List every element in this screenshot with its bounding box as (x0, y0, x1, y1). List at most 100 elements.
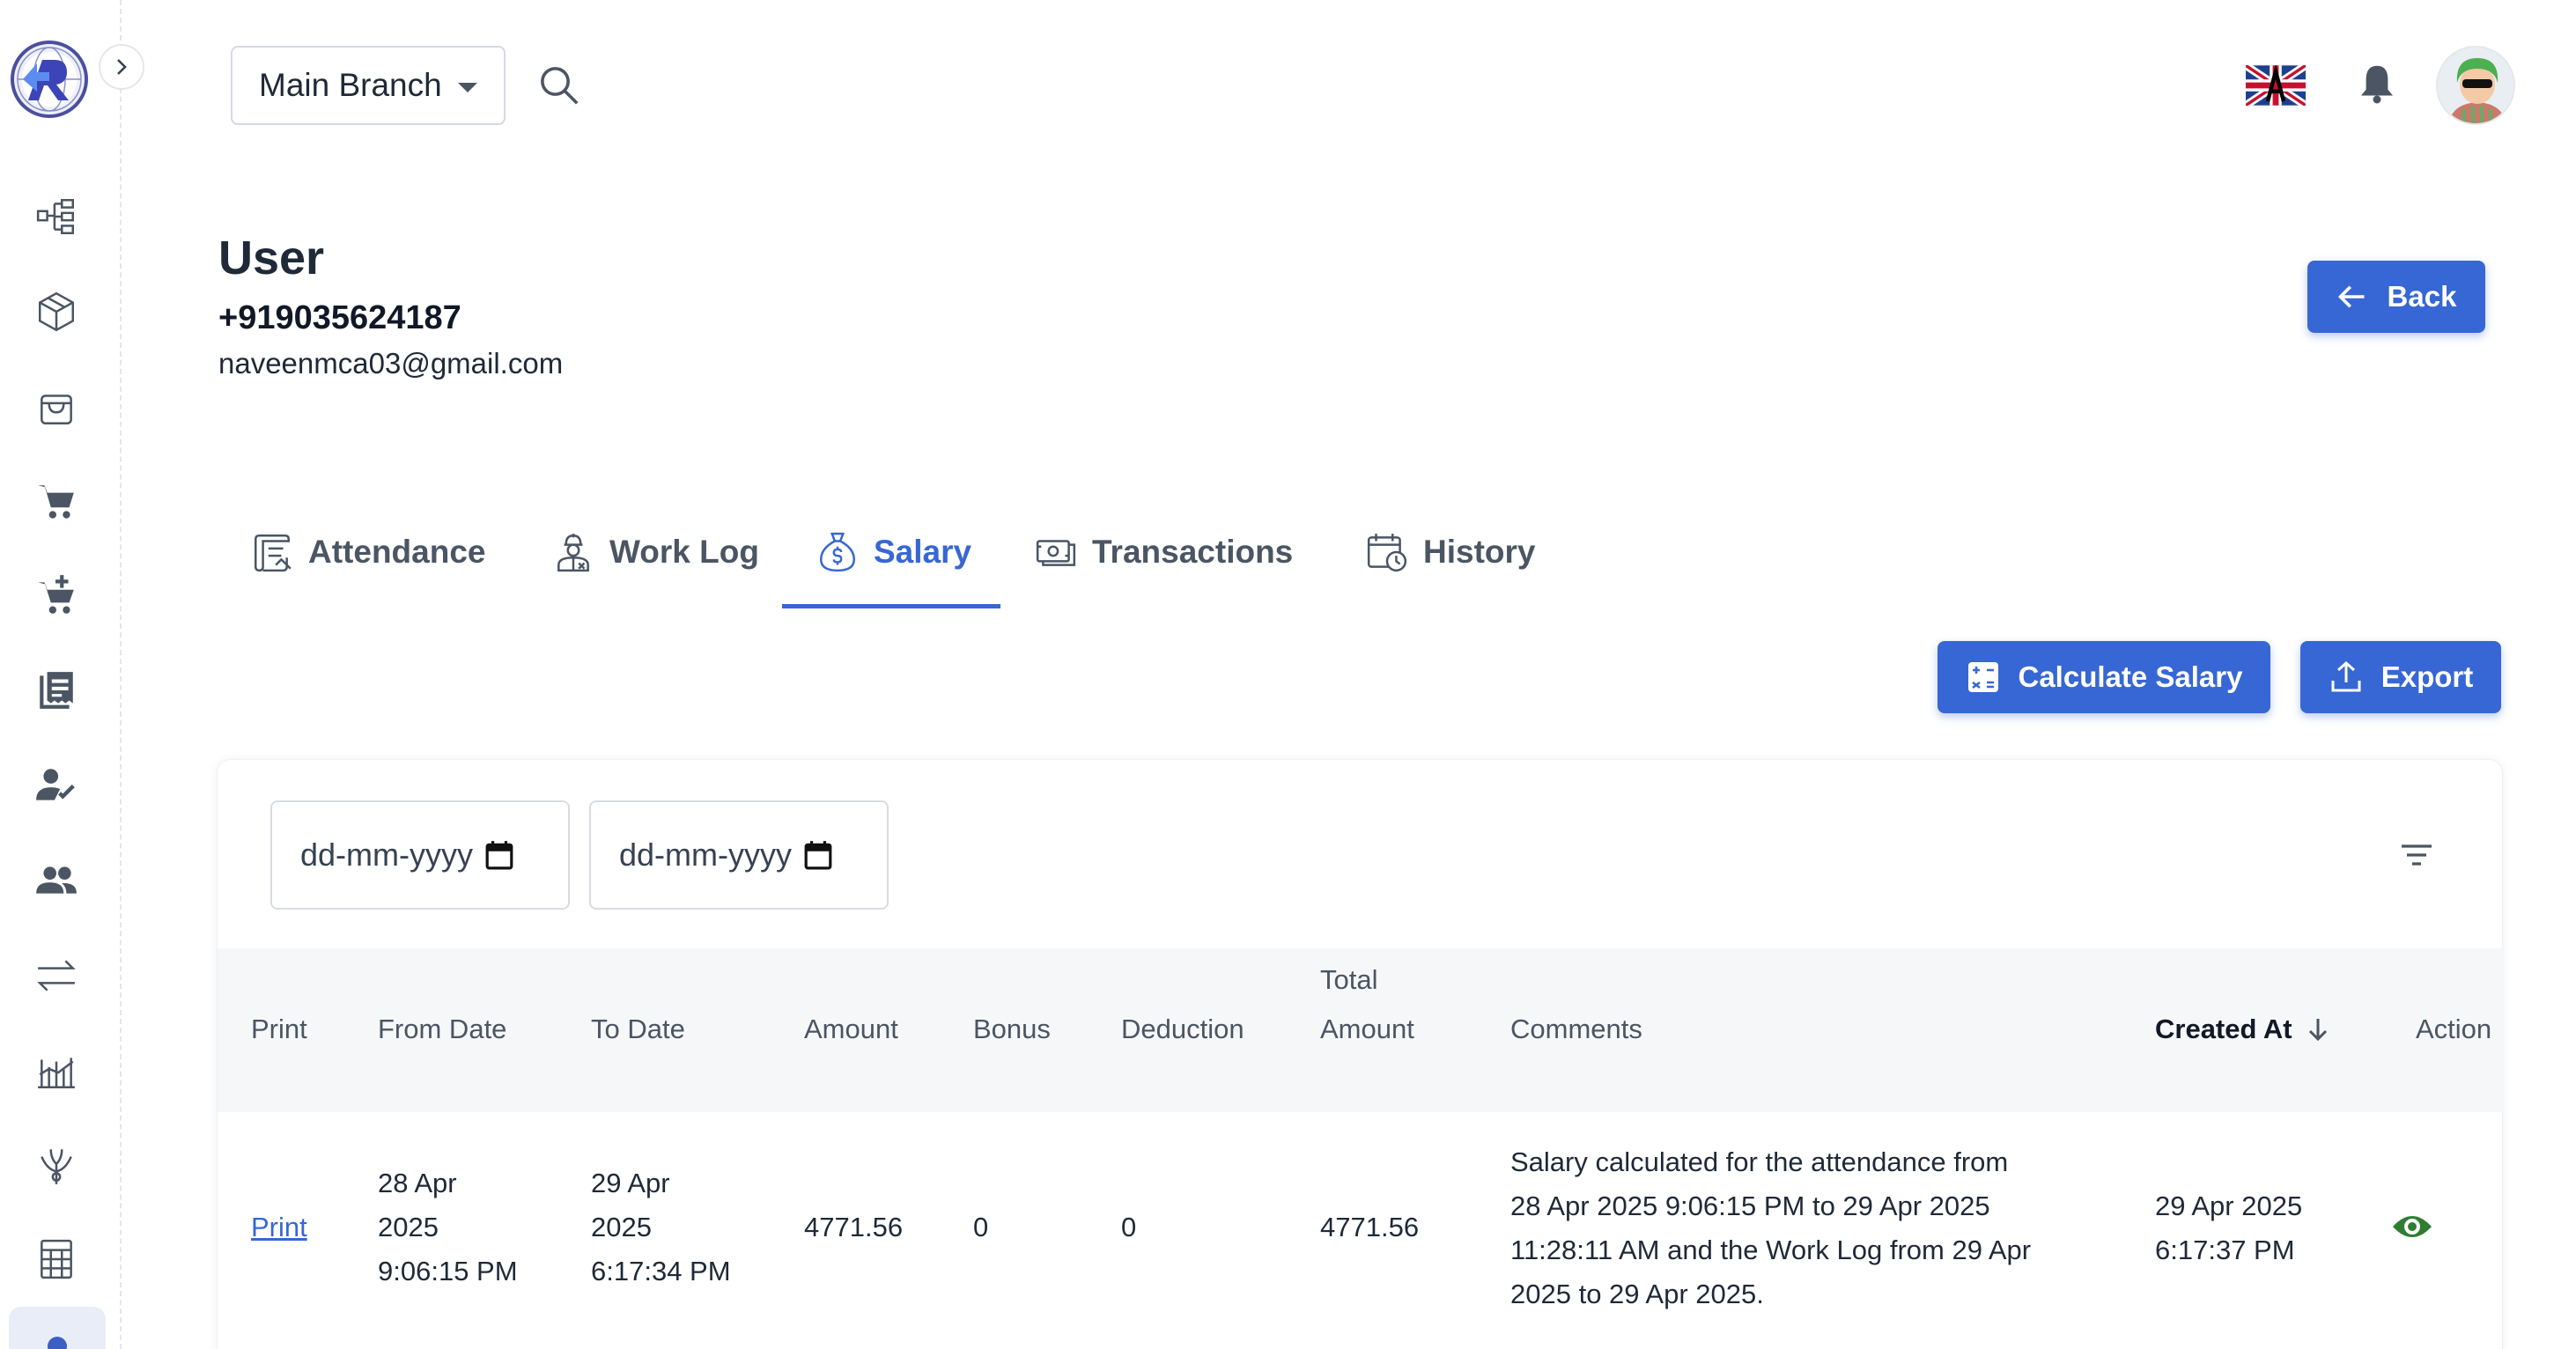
tab-salary-label: Salary (874, 534, 972, 570)
filter-icon (2402, 844, 2432, 866)
from-date-input[interactable]: dd-mm-yyyy (270, 800, 570, 910)
col-from-date: From Date (378, 1014, 507, 1044)
row-from-date-line2: 2025 (378, 1212, 439, 1242)
col-bonus: Bonus (973, 1014, 1051, 1044)
chevron-right-icon (117, 59, 127, 75)
tab-history[interactable]: History (1365, 493, 1535, 611)
salary-table-card: dd-mm-yyyy dd-mm-yyyy Print From Date To… (217, 759, 2504, 1349)
branch-select-value: Main Branch (259, 67, 442, 103)
search-icon (541, 67, 579, 105)
calendar-icon[interactable] (485, 840, 513, 870)
cart-add-icon (38, 575, 74, 614)
row-comments-line2: 28 Apr 2025 9:06:15 PM to 29 Apr 2025 (1510, 1191, 1990, 1221)
sidebar (0, 0, 144, 1349)
col-deduction: Deduction (1121, 1014, 1244, 1044)
col-print: Print (251, 1014, 307, 1044)
receipt-icon (40, 672, 73, 709)
row-to-date-line3: 6:17:34 PM (591, 1256, 731, 1286)
sidebar-item-user-check[interactable] (30, 759, 83, 812)
bell-icon (2361, 65, 2393, 104)
calculator-icon (1967, 662, 1998, 692)
upload-icon (2331, 660, 2361, 692)
row-comments-line1: Salary calculated for the attendance fro… (1510, 1146, 2009, 1177)
sidebar-item-receipts[interactable] (30, 664, 83, 717)
sidebar-item-bag[interactable] (30, 380, 83, 433)
tab-transactions-label: Transactions (1092, 534, 1294, 570)
sidebar-item-cart-add[interactable] (30, 569, 83, 622)
sidebar-item-calculator[interactable] (30, 1233, 83, 1286)
branch-select[interactable]: Main Branch (231, 46, 506, 125)
tab-work-log-label: Work Log (609, 534, 759, 570)
attendance-icon (255, 534, 292, 572)
tree-icon (41, 1149, 72, 1184)
notifications-button[interactable] (2353, 60, 2401, 107)
sidebar-item-users[interactable] (30, 854, 83, 907)
col-to-date: To Date (591, 1014, 685, 1044)
view-button[interactable] (2391, 1209, 2433, 1244)
table-header: Print From Date To Date Amount Bonus Ded… (218, 948, 2504, 1112)
row-from-date-line3: 9:06:15 PM (378, 1256, 518, 1286)
avatar-icon (2438, 48, 2513, 123)
cube-icon (39, 291, 74, 332)
row-to-date-line1: 29 Apr (591, 1168, 670, 1198)
app-root: Main Branch User +919035624187 naveenmca… (0, 0, 2576, 1349)
app-logo[interactable] (11, 41, 88, 118)
language-flag[interactable] (2243, 62, 2308, 109)
row-comments-line4: 2025 to 29 Apr 2025. (1510, 1279, 1764, 1309)
tab-salary[interactable]: Salary (816, 493, 971, 611)
sidebar-item-active[interactable] (9, 1307, 106, 1349)
tab-work-log[interactable]: Work Log (551, 493, 759, 611)
print-link[interactable]: Print (251, 1205, 307, 1249)
col-created-at-label: Created At (2155, 1014, 2292, 1044)
active-tab-indicator (782, 604, 1000, 608)
user-email: naveenmca03@gmail.com (218, 347, 564, 380)
user-icon (48, 1337, 67, 1349)
sidebar-item-products[interactable] (30, 285, 83, 338)
back-button[interactable]: Back (2307, 261, 2485, 333)
back-button-label: Back (2387, 280, 2457, 313)
sidebar-item-reports[interactable] (30, 1044, 83, 1097)
page-title: User (218, 232, 325, 284)
money-bag-icon (819, 532, 856, 572)
row-total-amount: 4771.56 (1320, 1212, 1420, 1242)
user-avatar[interactable] (2436, 46, 2515, 125)
col-total-amount-line2: Amount (1320, 1014, 1414, 1044)
to-date-input[interactable]: dd-mm-yyyy (589, 800, 889, 910)
sidebar-item-cart[interactable] (30, 475, 83, 528)
user-check-icon (36, 769, 75, 800)
col-action: Action (2416, 1014, 2492, 1044)
tab-attendance[interactable]: Attendance (250, 493, 485, 611)
sidebar-item-hierarchy[interactable] (30, 190, 83, 243)
filter-button[interactable] (2395, 837, 2439, 873)
arrows-swap-icon (37, 960, 76, 991)
calculator-icon (41, 1239, 72, 1279)
users-icon (36, 866, 77, 894)
row-created-at-line1: 29 Apr 2025 (2155, 1191, 2303, 1221)
arrow-down-icon (2308, 1019, 2327, 1042)
search-button[interactable] (535, 62, 583, 109)
calculate-salary-button[interactable]: Calculate Salary (1938, 641, 2270, 713)
user-phone: +919035624187 (218, 299, 461, 336)
row-comments-line3: 11:28:11 AM and the Work Log from 29 Apr (1510, 1235, 2032, 1265)
row-bonus: 0 (973, 1212, 989, 1242)
hierarchy-icon (36, 199, 74, 234)
sidebar-item-transfers[interactable] (30, 949, 83, 1002)
calendar-clock-icon (1367, 534, 1407, 572)
sidebar-expand-button[interactable] (99, 44, 144, 90)
cart-icon (38, 485, 74, 519)
tab-transactions[interactable]: Transactions (1034, 493, 1293, 611)
tab-attendance-label: Attendance (308, 534, 486, 570)
logo-icon (17, 47, 82, 112)
col-created-at[interactable]: Created At (2155, 1005, 2331, 1054)
sidebar-item-tree[interactable] (30, 1139, 83, 1192)
row-created-at-line2: 6:17:37 PM (2155, 1235, 2295, 1265)
calendar-icon[interactable] (804, 840, 832, 870)
to-date-placeholder: dd-mm-yyyy (619, 837, 792, 873)
eye-icon (2393, 1216, 2432, 1237)
calculate-salary-label: Calculate Salary (2018, 660, 2243, 693)
cash-icon (1036, 540, 1076, 566)
col-total-amount-line1: Total (1320, 964, 1378, 995)
export-button[interactable]: Export (2300, 641, 2501, 713)
col-comments: Comments (1510, 1014, 1642, 1044)
shopping-bag-icon (41, 394, 72, 424)
